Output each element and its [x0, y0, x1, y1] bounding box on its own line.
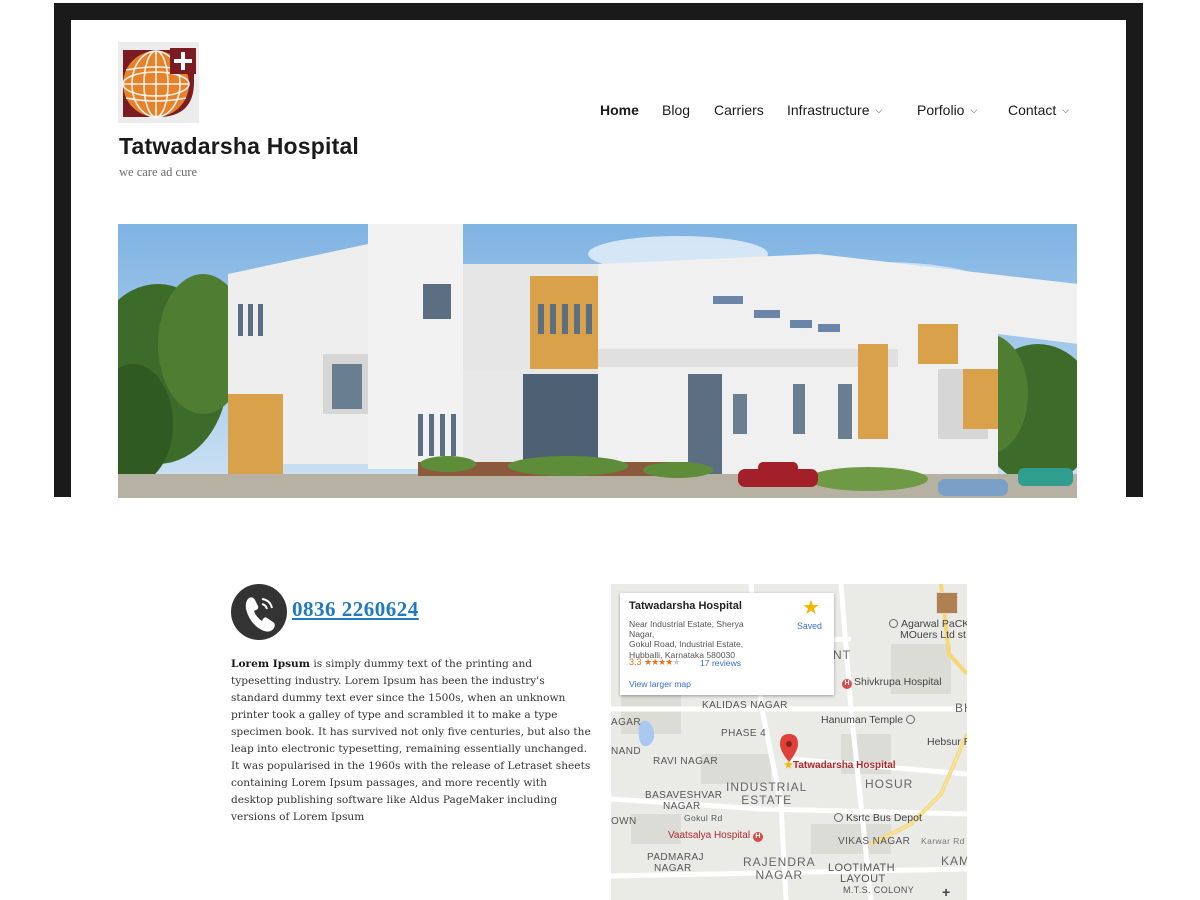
map-place-address: Near Industrial Estate, Sherya Nagar, Go… [629, 619, 769, 660]
site-logo[interactable] [118, 42, 199, 123]
map-label: KALIDAS NAGAR [702, 700, 788, 711]
saved-label[interactable]: Saved [797, 621, 822, 631]
frame-gap-right [1126, 497, 1143, 900]
map-label: BASAVESHVAR [645, 790, 723, 801]
map-label: BH [955, 701, 967, 715]
map-label: VIKAS NAGAR [838, 836, 911, 847]
map-label: Hanuman Temple [821, 714, 918, 726]
map-label: Gokul Rd [684, 813, 723, 823]
map-label: PHASE 4 [721, 728, 767, 739]
rating-stars-icon: ★★★★★ [644, 657, 680, 667]
map-label: RAVI NAGAR [653, 756, 718, 767]
map-label: H Shivkrupa Hospital [842, 676, 942, 689]
rating-value: 3.3 [629, 657, 642, 667]
phone-number-link[interactable]: 0836 2260624 [292, 597, 419, 622]
nav-item-blog[interactable]: Blog [662, 102, 690, 118]
nav-item-label: Blog [662, 102, 691, 118]
nav-item-label: Contact [1008, 102, 1057, 118]
map-label: PADMARAJ [647, 852, 704, 863]
map-label: OWN [611, 816, 637, 827]
user-avatar [936, 592, 958, 614]
nav-item-carriers[interactable]: Carriers [714, 102, 764, 118]
map-reviews-link[interactable]: 17 reviews [700, 658, 741, 668]
hospital-building-illustration [118, 224, 1077, 498]
map-label: HOSUR [865, 777, 914, 791]
main-navigation: Home Blog Carriers Infrastructure ⌵ Porfo… [600, 102, 1080, 122]
intro-text: is simply dummy text of the printing and… [231, 658, 591, 823]
hospital-logo-icon [118, 42, 199, 123]
map-label: MOuers Ltd st [900, 629, 966, 641]
nav-item-portfolio[interactable]: Porfolio ⌵ [917, 102, 977, 118]
map-label: NAND [611, 746, 641, 757]
map-label: RAJENDRA NAGAR [743, 855, 816, 882]
hero-hospital-image [118, 224, 1077, 498]
intro-bold-lead: Lorem Ipsum [231, 658, 310, 670]
nav-item-contact[interactable]: Contact ⌵ [1008, 102, 1069, 118]
intro-paragraph: Lorem Ipsum is simply dummy text of the … [231, 656, 591, 826]
address-line: Gokul Road, Industrial Estate, [629, 639, 744, 650]
frame-gap-left [54, 497, 71, 900]
saved-star-icon[interactable]: ★ [802, 595, 820, 620]
site-title[interactable]: Tatwadarsha Hospital [119, 133, 359, 160]
nav-item-label: Infrastructure [787, 102, 870, 118]
map-label: Karwar Rd [921, 836, 965, 846]
map-label: NAGAR [654, 863, 692, 874]
map-label: Ksrtc Bus Depot [834, 812, 922, 824]
site-tagline: we care ad cure [119, 165, 198, 179]
chevron-down-icon: ⌵ [875, 105, 883, 115]
map-place-rating: 3.3 ★★★★★ [629, 657, 680, 668]
chevron-down-icon: ⌵ [1062, 105, 1070, 115]
map-label: Hebsur R [927, 736, 967, 748]
map-label: NT [833, 648, 851, 662]
nav-item-label: Home [600, 102, 639, 118]
map-label: AGAR [611, 717, 641, 728]
map-label: LAYOUT [840, 873, 886, 885]
address-line: Near Industrial Estate, Sherya Nagar, [629, 619, 744, 640]
map-label: M.T.S. COLONY [843, 885, 915, 895]
chevron-down-icon: ⌵ [970, 105, 978, 115]
map-place-card: Tatwadarsha Hospital Near Industrial Est… [620, 593, 834, 695]
map-label: NAGAR [663, 801, 701, 812]
map-label: KAM [941, 854, 967, 868]
phone-icon [231, 584, 287, 640]
zoom-in-button[interactable]: + [942, 884, 951, 900]
nav-item-label: Porfolio [917, 102, 965, 118]
map-place-title: Tatwadarsha Hospital [629, 600, 742, 612]
map-pin-label: ★Tatwadarsha Hospital [784, 760, 896, 771]
map-label: Vaatsalya Hospital H [668, 830, 765, 842]
map-label: INDUSTRIAL ESTATE [726, 780, 808, 807]
nav-item-infrastructure[interactable]: Infrastructure ⌵ [787, 102, 882, 118]
view-larger-map-link[interactable]: View larger map [629, 679, 691, 689]
nav-item-home[interactable]: Home [600, 102, 639, 118]
nav-item-label: Carriers [714, 102, 764, 118]
